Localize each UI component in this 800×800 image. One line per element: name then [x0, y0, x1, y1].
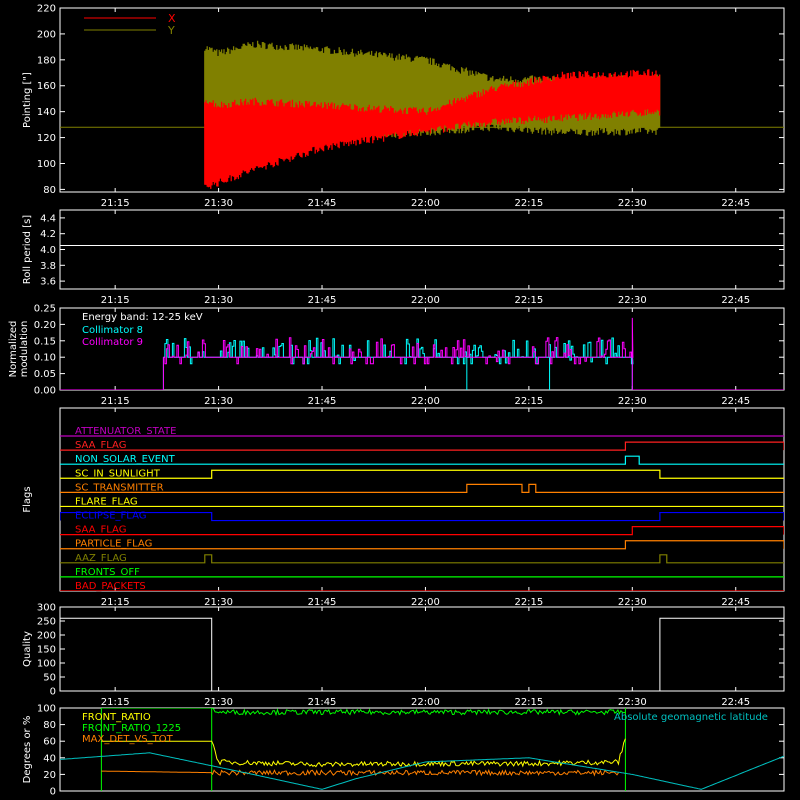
flag-label: FLARE_FLAG [75, 496, 138, 507]
y-tick-label: 250 [37, 617, 56, 628]
y-tick-label: 140 [37, 107, 56, 118]
x-tick-label: 21:45 [308, 597, 337, 608]
x-tick-label: 22:45 [721, 198, 750, 209]
y-tick-label: 0.05 [34, 369, 56, 380]
legend-label: FRONT_RATIO_1225 [82, 723, 181, 734]
x-tick-label: 21:15 [101, 396, 130, 407]
y-tick-label: 80 [43, 185, 56, 196]
y-tick-label: 60 [43, 737, 56, 748]
energy-band-annotation: Energy band: 12-25 keV [82, 312, 203, 323]
flag-label: AAZ_FLAG [75, 553, 127, 564]
flag-label: PARTICLE_FLAG [75, 539, 152, 550]
x-tick-label: 22:30 [618, 396, 647, 407]
flag-label: SC_IN_SUNLIGHT [75, 468, 161, 479]
flag-label: ECLIPSE_FLAG [75, 511, 146, 522]
x-tick-label: 22:30 [618, 198, 647, 209]
x-tick-label: 22:00 [411, 597, 440, 608]
y-tick-label: 4.2 [40, 229, 56, 240]
y-tick-label: 120 [37, 133, 56, 144]
x-tick-label: 22:45 [721, 396, 750, 407]
y-tick-label: 3.8 [40, 261, 56, 272]
x-tick-label: 21:30 [204, 295, 233, 306]
y-axis-label: Normalized [8, 321, 19, 378]
y-tick-label: 150 [37, 645, 56, 656]
x-tick-label: 21:15 [101, 198, 130, 209]
y-tick-label: 0.10 [34, 353, 56, 364]
x-tick-label: 21:15 [101, 697, 130, 708]
y-axis-label: Degrees or % [22, 716, 33, 784]
y-tick-label: 180 [37, 55, 56, 66]
x-tick-label: 22:30 [618, 295, 647, 306]
x-tick-label: 21:30 [204, 597, 233, 608]
y-axis-label: Quality [22, 631, 33, 667]
y-tick-label: 4.0 [40, 245, 56, 256]
legend-label: MAX_DET_VS_TOT [82, 734, 174, 745]
geomagnetic-annotation: Absolute geomagnetic latitude [614, 712, 768, 723]
x-tick-label: 21:30 [204, 697, 233, 708]
x-tick-label: 22:45 [721, 697, 750, 708]
legend-label: FRONT_RATIO [82, 712, 151, 723]
x-tick-label: 21:30 [204, 396, 233, 407]
x-tick-label: 22:30 [618, 697, 647, 708]
y-tick-label: 0.20 [34, 320, 56, 331]
y-tick-label: 100 [37, 704, 56, 715]
legend-label: Y [167, 24, 175, 37]
y-axis-label: Pointing ["] [22, 72, 33, 128]
y-axis-label: Flags [22, 486, 33, 512]
y-tick-label: 0.25 [34, 304, 56, 315]
legend-label: Collimator 9 [82, 337, 143, 348]
x-tick-label: 22:30 [618, 597, 647, 608]
x-tick-label: 21:45 [308, 198, 337, 209]
x-tick-label: 21:30 [204, 198, 233, 209]
x-tick-label: 22:00 [411, 198, 440, 209]
flag-label: NON_SOLAR_EVENT [75, 454, 176, 465]
x-tick-label: 22:15 [514, 198, 543, 209]
y-tick-label: 50 [43, 673, 56, 684]
x-tick-label: 22:45 [721, 295, 750, 306]
y-tick-label: 0.00 [34, 386, 56, 397]
x-tick-label: 22:15 [514, 396, 543, 407]
y-tick-label: 160 [37, 81, 56, 92]
y-tick-label: 100 [37, 659, 56, 670]
x-tick-label: 21:45 [308, 295, 337, 306]
y-tick-label: 0.15 [34, 336, 56, 347]
y-tick-label: 80 [43, 720, 56, 731]
legend-label: Collimator 8 [82, 325, 143, 336]
y-tick-label: 20 [43, 770, 56, 781]
x-tick-label: 22:15 [514, 597, 543, 608]
x-tick-label: 21:15 [101, 295, 130, 306]
flag-label: SAA_FLAG [75, 440, 126, 451]
y-tick-label: 300 [37, 603, 56, 614]
flag-label: ATTENUATOR_STATE [75, 426, 176, 437]
x-tick-label: 21:15 [101, 597, 130, 608]
x-tick-label: 22:00 [411, 295, 440, 306]
x-tick-label: 22:15 [514, 697, 543, 708]
x-tick-label: 21:45 [308, 396, 337, 407]
y-tick-label: 0 [50, 687, 56, 698]
y-axis-label: modulation [19, 321, 30, 378]
y-tick-label: 200 [37, 631, 56, 642]
y-tick-label: 3.6 [40, 277, 56, 288]
flag-label: FRONTS_OFF [75, 567, 140, 578]
figure: 21:15 21:30 21:45 22:00 22:15 22:30 22:45 80 100… [0, 0, 800, 800]
x-tick-label: 22:45 [721, 597, 750, 608]
y-tick-label: 0 [50, 787, 56, 798]
flag-label: SAA_FLAG [75, 525, 126, 536]
y-tick-label: 4.4 [40, 213, 56, 224]
flag-label: SC_TRANSMITTER [75, 482, 164, 493]
y-tick-label: 200 [37, 29, 56, 40]
y-axis-label: Roll period [s] [22, 215, 33, 284]
y-tick-label: 40 [43, 753, 56, 764]
y-tick-label: 220 [37, 4, 56, 15]
x-tick-label: 21:45 [308, 697, 337, 708]
x-tick-label: 22:00 [411, 396, 440, 407]
x-tick-label: 22:00 [411, 697, 440, 708]
flag-label: BAD_PACKETS [75, 581, 146, 592]
x-tick-label: 22:15 [514, 295, 543, 306]
y-tick-label: 100 [37, 159, 56, 170]
